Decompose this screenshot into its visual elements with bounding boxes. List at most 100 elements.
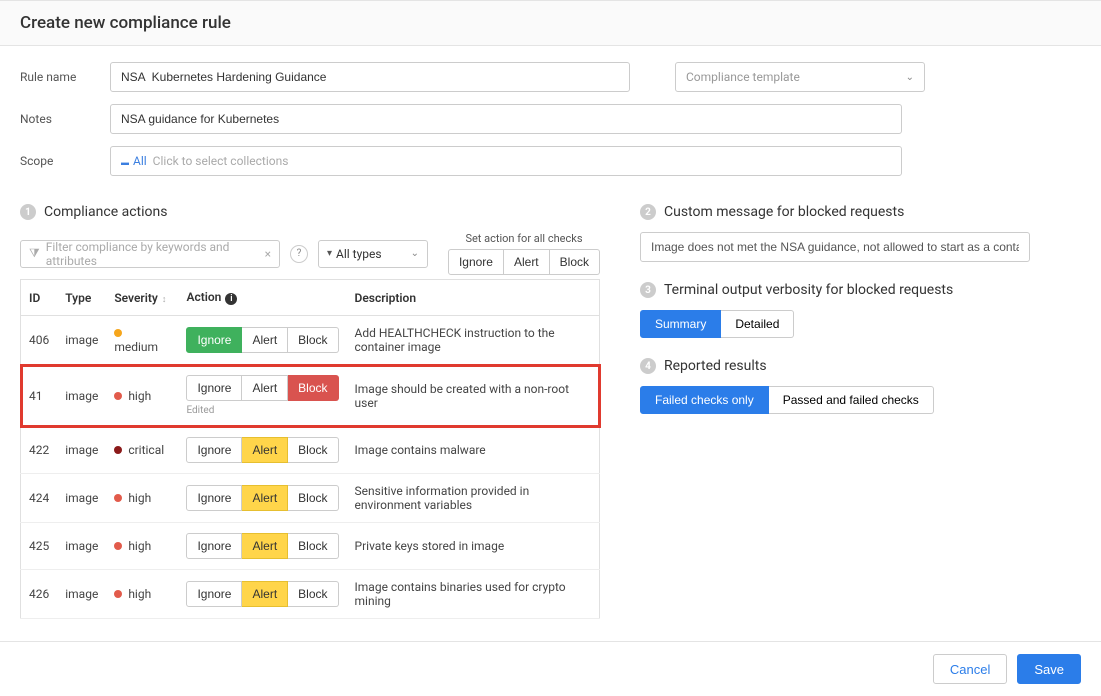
cell-description: Add HEALTHCHECK instruction to the conta… [347,316,600,365]
chevron-down-icon: ⌄ [411,248,419,259]
row-alert-button[interactable]: Alert [242,533,288,559]
table-row[interactable]: 424imagehighIgnoreAlertBlockSensitive in… [21,474,600,523]
cell-severity: medium [106,316,178,365]
row-ignore-button[interactable]: Ignore [186,375,242,401]
page-title: Create new compliance rule [20,13,1081,33]
row-block-button[interactable]: Block [288,437,338,463]
cell-type: image [57,474,106,523]
reported-toggle: Failed checks only Passed and failed che… [640,386,934,414]
custom-message-input[interactable] [640,232,1030,262]
cell-id: 425 [21,523,58,570]
row-block-button[interactable]: Block [288,581,338,607]
row-ignore-button[interactable]: Ignore [186,485,242,511]
compliance-actions-title: 1 Compliance actions [20,204,600,220]
template-placeholder: Compliance template [686,70,800,84]
severity-dot-icon [114,446,122,454]
cell-description: Image contains malware [347,427,600,474]
cell-description: Sensitive information provided in enviro… [347,474,600,523]
step-2-badge: 2 [640,204,656,220]
custom-message-title: 2 Custom message for blocked requests [640,204,1081,220]
info-icon[interactable]: i [225,293,237,305]
chevron-down-icon: ⌄ [906,72,914,83]
edited-label: Edited [186,405,338,416]
cell-id: 422 [21,427,58,474]
reported-passed-button[interactable]: Passed and failed checks [769,386,934,414]
cell-action: IgnoreAlertBlock Edited [178,365,346,427]
severity-dot-icon [114,392,122,400]
cell-type: image [57,570,106,619]
cell-severity: high [106,365,178,427]
form-section: Rule name Compliance template ⌄ Notes Sc… [0,46,1101,196]
reported-results-title: 4 Reported results [640,358,1081,374]
save-button[interactable]: Save [1017,654,1081,684]
verbosity-detailed-button[interactable]: Detailed [721,310,794,338]
set-all-alert-button[interactable]: Alert [504,249,550,275]
types-filter-select[interactable]: ▾All types ⌄ [318,240,428,268]
scope-all-tag: All [121,154,147,168]
row-ignore-button[interactable]: Ignore [186,327,242,353]
scope-input[interactable]: All Click to select collections [110,146,902,176]
cell-id: 426 [21,570,58,619]
step-1-badge: 1 [20,204,36,220]
severity-dot-icon [114,329,122,337]
footer: Cancel Save [0,641,1101,696]
cell-action: IgnoreAlertBlock [178,570,346,619]
row-block-button[interactable]: Block [288,533,338,559]
severity-dot-icon [114,590,122,598]
compliance-table: ID Type Severity↕ Actioni Description 40… [20,279,600,619]
cell-description: Image contains binaries used for crypto … [347,570,600,619]
row-block-button[interactable]: Block [288,327,338,353]
row-ignore-button[interactable]: Ignore [186,533,242,559]
row-alert-button[interactable]: Alert [242,375,288,401]
verbosity-summary-button[interactable]: Summary [640,310,721,338]
scope-label: Scope [20,154,110,168]
set-all-ignore-button[interactable]: Ignore [448,249,504,275]
notes-label: Notes [20,112,110,126]
row-alert-button[interactable]: Alert [242,581,288,607]
verbosity-title: 3 Terminal output verbosity for blocked … [640,282,1081,298]
cell-action: IgnoreAlertBlock [178,316,346,365]
cell-type: image [57,523,106,570]
set-all-block-button[interactable]: Block [550,249,600,275]
row-alert-button[interactable]: Alert [242,485,288,511]
compliance-filter-input[interactable]: ⧩ Filter compliance by keywords and attr… [20,240,280,268]
severity-dot-icon [114,494,122,502]
cell-type: image [57,316,106,365]
row-block-button[interactable]: Block [288,375,338,401]
help-icon[interactable]: ? [290,245,308,263]
cell-type: image [57,365,106,427]
step-3-badge: 3 [640,282,656,298]
filter-placeholder: Filter compliance by keywords and attrib… [46,240,265,268]
col-id[interactable]: ID [21,280,58,316]
filter-icon: ⧩ [29,246,40,261]
table-row[interactable]: 41imagehighIgnoreAlertBlockEditedImage s… [21,365,600,427]
cell-description: Image should be created with a non-root … [347,365,600,427]
cell-action: IgnoreAlertBlock [178,427,346,474]
cell-severity: high [106,570,178,619]
col-severity[interactable]: Severity↕ [106,280,178,316]
cell-severity: high [106,474,178,523]
clear-icon[interactable]: × [265,247,271,261]
severity-dot-icon [114,542,122,550]
rule-name-input[interactable] [110,62,630,92]
cancel-button[interactable]: Cancel [933,654,1007,684]
row-alert-button[interactable]: Alert [242,327,288,353]
table-row[interactable]: 422imagecriticalIgnoreAlertBlockImage co… [21,427,600,474]
rule-name-label: Rule name [20,70,110,84]
compliance-template-select[interactable]: Compliance template ⌄ [675,62,925,92]
row-ignore-button[interactable]: Ignore [186,581,242,607]
filter-icon: ▾ [327,248,332,259]
reported-failed-button[interactable]: Failed checks only [640,386,769,414]
table-row[interactable]: 406imagemediumIgnoreAlertBlockAdd HEALTH… [21,316,600,365]
table-row[interactable]: 426imagehighIgnoreAlertBlockImage contai… [21,570,600,619]
step-4-badge: 4 [640,358,656,374]
row-ignore-button[interactable]: Ignore [186,437,242,463]
cell-id: 406 [21,316,58,365]
row-block-button[interactable]: Block [288,485,338,511]
col-type[interactable]: Type [57,280,106,316]
table-row[interactable]: 425imagehighIgnoreAlertBlockPrivate keys… [21,523,600,570]
cell-action: IgnoreAlertBlock [178,474,346,523]
notes-input[interactable] [110,104,902,134]
cell-description: Private keys stored in image [347,523,600,570]
row-alert-button[interactable]: Alert [242,437,288,463]
